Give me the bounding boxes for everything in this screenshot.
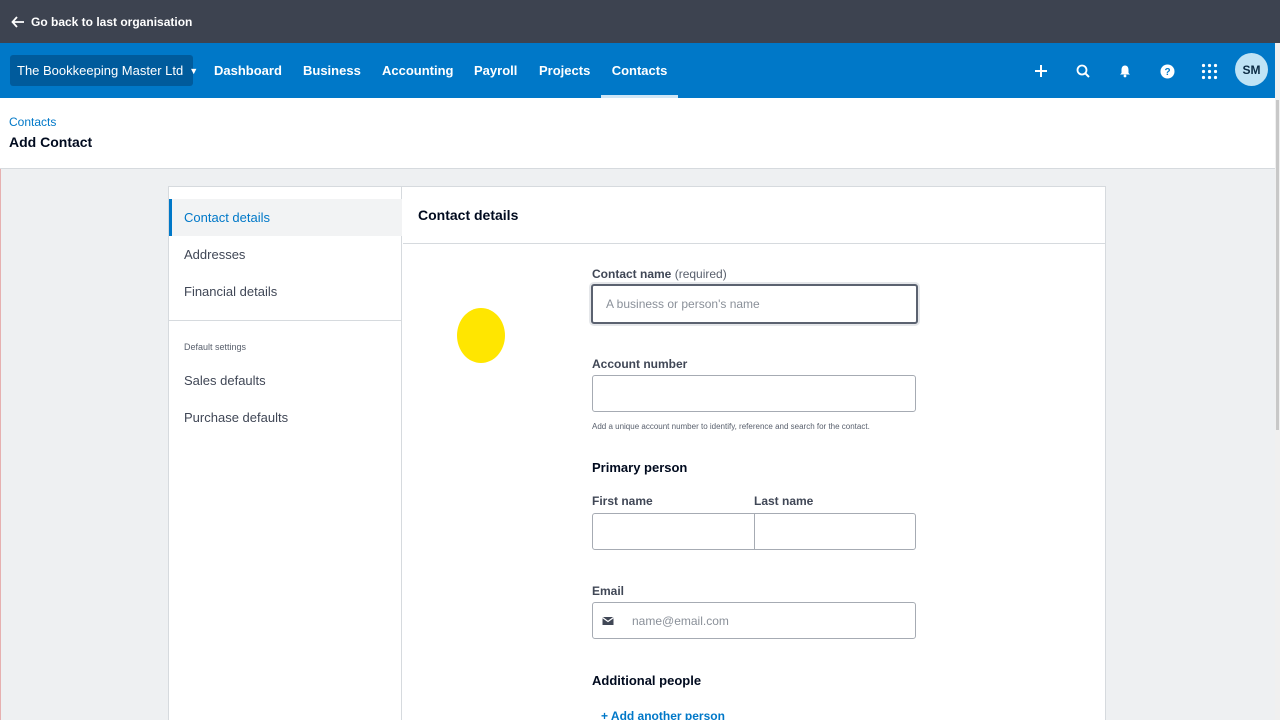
sidebar-item-financial-details[interactable]: Financial details [169, 273, 402, 310]
account-number-hint: Add a unique account number to identify,… [592, 422, 870, 431]
caret-down-icon: ▼ [189, 65, 199, 76]
nav-dashboard[interactable]: Dashboard [214, 43, 282, 98]
form-heading: Contact details [418, 207, 519, 223]
page-header: Contacts Add Contact [0, 98, 1275, 169]
contact-name-placeholder: A business or person's name [606, 297, 760, 311]
nav-contacts[interactable]: Contacts [601, 43, 678, 98]
contact-name-label: Contact name (required) [592, 267, 727, 281]
nav-business[interactable]: Business [303, 43, 361, 98]
additional-people-heading: Additional people [592, 673, 702, 688]
envelope-icon [593, 603, 623, 638]
contact-form-card: Contact details Addresses Financial deta… [168, 186, 1106, 720]
page-scrollbar-thumb[interactable] [1276, 100, 1279, 430]
email-label: Email [592, 584, 625, 598]
search-icon[interactable] [1074, 62, 1092, 80]
arrow-left-icon [11, 15, 24, 28]
nav-projects[interactable]: Projects [539, 43, 590, 98]
sidebar-item-contact-details[interactable]: Contact details [169, 199, 402, 236]
contact-name-input[interactable]: A business or person's name [591, 284, 918, 324]
first-name-input[interactable] [593, 514, 754, 549]
contact-name-label-text: Contact name [592, 267, 672, 281]
form-header: Contact details [403, 187, 1106, 244]
bell-icon[interactable] [1116, 62, 1134, 80]
help-icon[interactable]: ? [1158, 62, 1176, 80]
first-name-label: First name [592, 494, 653, 508]
nav-payroll[interactable]: Payroll [474, 43, 517, 98]
email-placeholder: name@email.com [632, 613, 729, 628]
page-title: Add Contact [9, 134, 93, 150]
breadcrumb-contacts[interactable]: Contacts [9, 115, 56, 129]
sidebar-item-addresses[interactable]: Addresses [169, 236, 402, 273]
required-marker: (required) [674, 267, 727, 281]
add-another-person-link[interactable]: + Add another person [601, 709, 725, 720]
email-input[interactable]: name@email.com [592, 602, 916, 639]
sidebar-item-purchase-defaults[interactable]: Purchase defaults [169, 399, 402, 436]
sidebar-divider [169, 320, 402, 321]
back-to-organisation-link[interactable]: Go back to last organisation [0, 0, 1280, 43]
nav-accounting[interactable]: Accounting [382, 43, 454, 98]
form-main: Contact details Contact name (required) … [403, 187, 1106, 720]
account-number-label: Account number [592, 357, 688, 371]
main-navbar: The Bookkeeping Master Ltd ▼ Dashboard B… [0, 43, 1275, 98]
organisation-switcher[interactable]: The Bookkeeping Master Ltd ▼ [10, 55, 198, 86]
form-sidebar: Contact details Addresses Financial deta… [169, 187, 402, 720]
apps-grid-icon[interactable] [1200, 62, 1218, 80]
svg-text:?: ? [1164, 67, 1170, 78]
back-label: Go back to last organisation [31, 14, 193, 29]
left-edge-divider [0, 169, 1, 720]
last-name-label: Last name [754, 494, 814, 508]
sidebar-item-sales-defaults[interactable]: Sales defaults [169, 362, 402, 399]
plus-icon[interactable] [1032, 62, 1050, 80]
sidebar-section-label: Default settings [184, 342, 247, 352]
organisation-name: The Bookkeeping Master Ltd [17, 63, 184, 78]
primary-person-name-fields [592, 513, 916, 550]
user-avatar[interactable]: SM [1235, 53, 1268, 86]
last-name-input[interactable] [755, 514, 915, 549]
account-number-input[interactable] [592, 375, 916, 412]
primary-person-heading: Primary person [592, 460, 688, 475]
cursor-highlight [457, 308, 505, 363]
